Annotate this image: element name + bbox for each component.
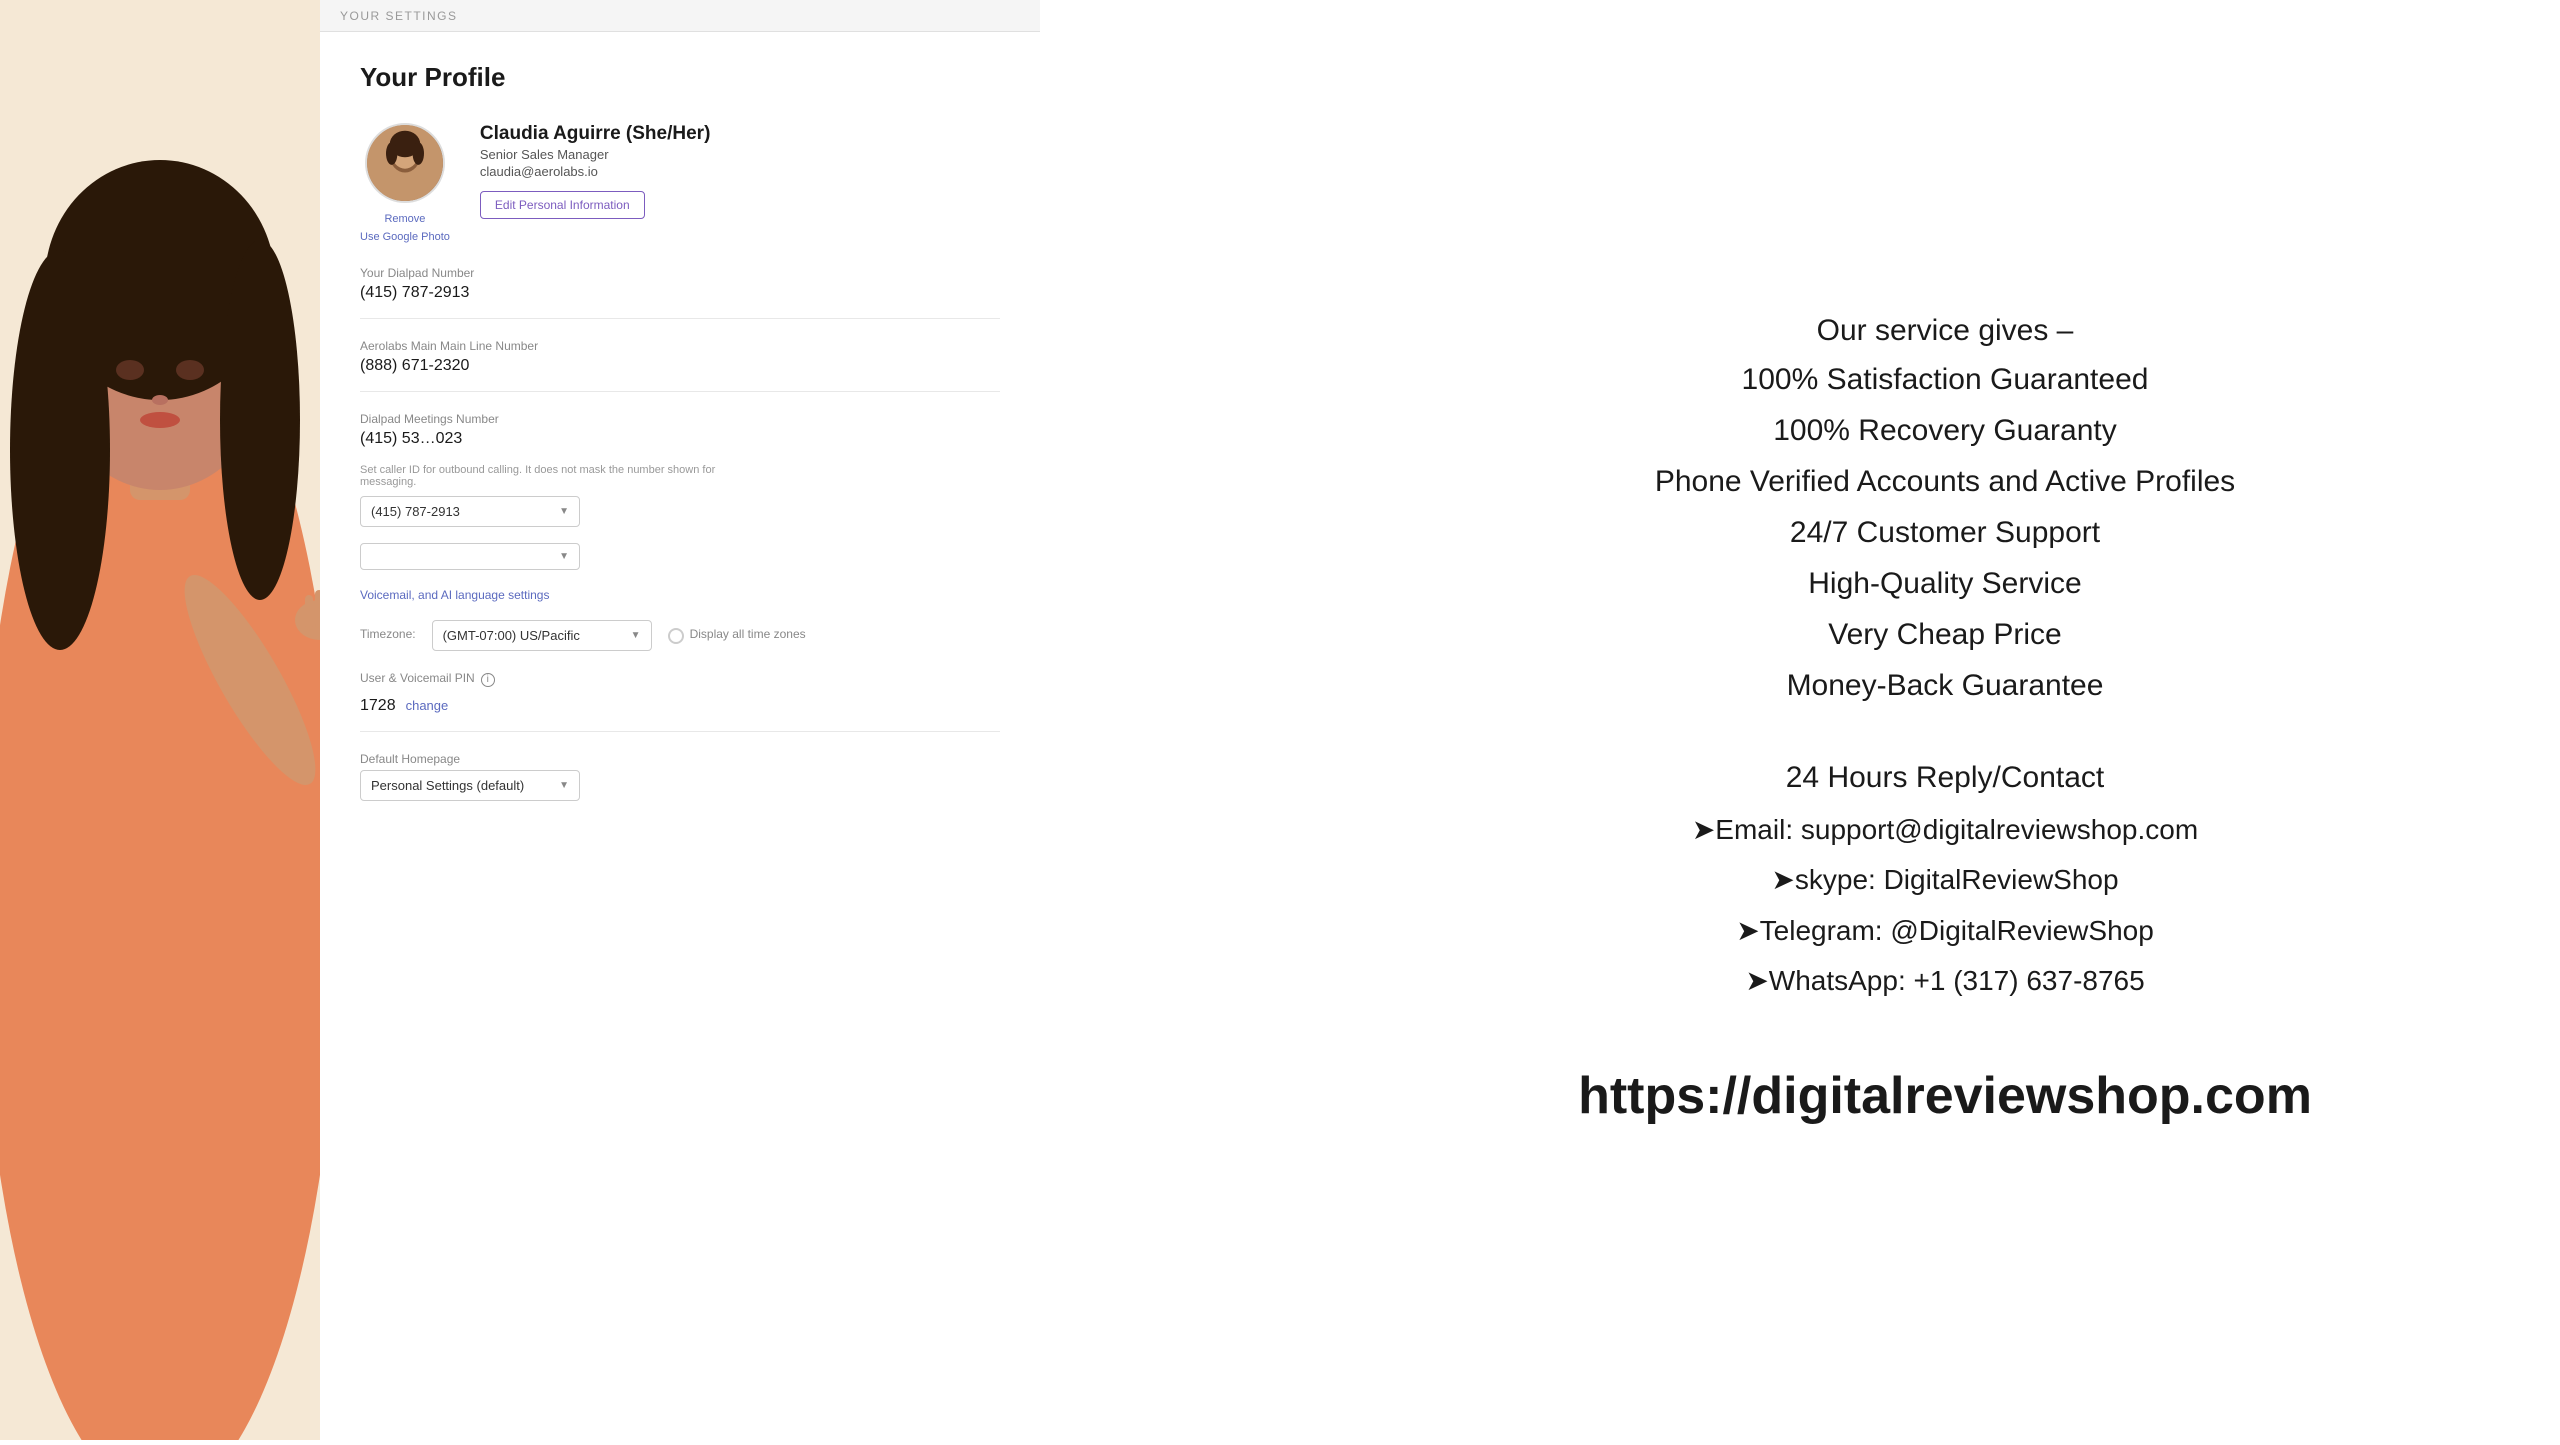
meetings-number-section: Dialpad Meetings Number (415) 53…023 bbox=[360, 412, 1000, 448]
display-all-zones-row: Display all time zones bbox=[668, 627, 806, 645]
service-item: Money-Back Guarantee bbox=[1655, 660, 2235, 711]
pin-label: User & Voicemail PIN bbox=[360, 671, 475, 685]
service-list: Our service gives – 100% Satisfaction Gu… bbox=[1655, 314, 2235, 711]
pin-row: 1728 change bbox=[360, 697, 1000, 715]
user-title: Senior Sales Manager bbox=[480, 147, 1000, 162]
contact-item: ➤Email: support@digitalreviewshop.com bbox=[1692, 805, 2198, 855]
service-items: 100% Satisfaction Guaranteed100% Recover… bbox=[1655, 354, 2235, 711]
woman-image bbox=[0, 0, 320, 1440]
dialpad-number-label: Your Dialpad Number bbox=[360, 266, 1000, 280]
homepage-label: Default Homepage bbox=[360, 752, 1000, 766]
homepage-value: Personal Settings (default) bbox=[371, 778, 524, 793]
timezone-row: Timezone: (GMT-07:00) US/Pacific ▼ Displ… bbox=[360, 620, 1000, 651]
service-item: 24/7 Customer Support bbox=[1655, 507, 2235, 558]
meetings-number-value: (415) 53…023 bbox=[360, 430, 1000, 448]
user-email: claudia@aerolabs.io bbox=[480, 164, 1000, 179]
dialpad-number-section: Your Dialpad Number (415) 787-2913 bbox=[360, 266, 1000, 319]
avatar bbox=[365, 123, 445, 203]
caller-id-dropdown-row: (415) 787-2913 ▼ bbox=[360, 496, 1000, 527]
homepage-section: Default Homepage Personal Settings (defa… bbox=[360, 752, 1000, 801]
service-item: 100% Recovery Guaranty bbox=[1655, 405, 2235, 456]
woman-svg bbox=[0, 0, 320, 1440]
profile-details: Claudia Aguirre (She/Her) Senior Sales M… bbox=[480, 123, 1000, 219]
caller-id-dropdown[interactable]: (415) 787-2913 ▼ bbox=[360, 496, 580, 527]
contact-section: 24 Hours Reply/Contact ➤Email: support@d… bbox=[1692, 761, 2198, 1007]
homepage-dropdown-row: Personal Settings (default) ▼ bbox=[360, 770, 1000, 801]
service-item: Very Cheap Price bbox=[1655, 609, 2235, 660]
main-line-label: Aerolabs Main Main Line Number bbox=[360, 339, 1000, 353]
main-line-value: (888) 671-2320 bbox=[360, 357, 1000, 375]
second-dropdown[interactable]: ▼ bbox=[360, 543, 580, 570]
voicemail-ai-link[interactable]: Voicemail, and AI language settings bbox=[360, 588, 549, 602]
settings-header: YOUR SETTINGS bbox=[320, 0, 1040, 32]
edit-personal-info-button[interactable]: Edit Personal Information bbox=[480, 191, 645, 219]
change-pin-link[interactable]: change bbox=[406, 698, 449, 713]
pin-value: 1728 bbox=[360, 697, 396, 715]
timezone-dropdown[interactable]: (GMT-07:00) US/Pacific ▼ bbox=[432, 620, 652, 651]
profile-panel: YOUR SETTINGS Your Profile bbox=[320, 0, 1040, 1050]
website-url[interactable]: https://digitalreviewshop.com bbox=[1578, 1066, 2312, 1126]
homepage-dropdown-arrow: ▼ bbox=[559, 780, 569, 791]
service-item: 100% Satisfaction Guaranteed bbox=[1655, 354, 2235, 405]
timezone-dropdown-arrow: ▼ bbox=[631, 630, 641, 641]
service-intro: Our service gives – bbox=[1655, 314, 2235, 348]
remove-photo-link[interactable]: Remove bbox=[360, 211, 450, 229]
contact-item: ➤WhatsApp: +1 (317) 637-8765 bbox=[1692, 956, 2198, 1006]
second-dropdown-row: ▼ bbox=[360, 543, 1000, 570]
profile-info-row: Remove Use Google Photo Claudia Aguirre … bbox=[360, 123, 1000, 246]
main-line-section: Aerolabs Main Main Line Number (888) 671… bbox=[360, 339, 1000, 392]
display-all-zones-label: Display all time zones bbox=[690, 627, 806, 641]
user-name: Claudia Aguirre (She/Her) bbox=[480, 123, 1000, 145]
avatar-image bbox=[367, 123, 443, 203]
homepage-dropdown[interactable]: Personal Settings (default) ▼ bbox=[360, 770, 580, 801]
settings-label: YOUR SETTINGS bbox=[340, 9, 458, 23]
service-item: Phone Verified Accounts and Active Profi… bbox=[1655, 456, 2235, 507]
use-google-photo-link[interactable]: Use Google Photo bbox=[360, 229, 450, 247]
meetings-number-label: Dialpad Meetings Number bbox=[360, 412, 1000, 426]
contact-item: ➤Telegram: @DigitalReviewShop bbox=[1692, 906, 2198, 956]
pin-info-icon[interactable]: i bbox=[481, 673, 495, 687]
caller-id-note: Set caller ID for outbound calling. It d… bbox=[360, 464, 760, 488]
timezone-label: Timezone: bbox=[360, 627, 416, 641]
avatar-actions: Remove Use Google Photo bbox=[360, 211, 450, 246]
profile-title: Your Profile bbox=[360, 62, 1000, 93]
caller-id-dropdown-arrow: ▼ bbox=[559, 506, 569, 517]
pin-section: User & Voicemail PIN i 1728 change bbox=[360, 671, 1000, 732]
second-dropdown-arrow: ▼ bbox=[559, 551, 569, 562]
profile-section: Your Profile Remove bbox=[320, 32, 1040, 847]
contact-item: ➤skype: DigitalReviewShop bbox=[1692, 855, 2198, 905]
dialpad-number-value: (415) 787-2913 bbox=[360, 284, 1000, 302]
caller-id-dropdown-value: (415) 787-2913 bbox=[371, 504, 460, 519]
timezone-value: (GMT-07:00) US/Pacific bbox=[443, 628, 580, 643]
contact-title: 24 Hours Reply/Contact bbox=[1692, 761, 2198, 795]
info-panel: Our service gives – 100% Satisfaction Gu… bbox=[1330, 0, 2560, 1440]
avatar-container: Remove Use Google Photo bbox=[360, 123, 450, 246]
service-item: High-Quality Service bbox=[1655, 558, 2235, 609]
display-all-zones-checkbox[interactable] bbox=[668, 628, 684, 644]
contact-items: ➤Email: support@digitalreviewshop.com➤sk… bbox=[1692, 805, 2198, 1007]
